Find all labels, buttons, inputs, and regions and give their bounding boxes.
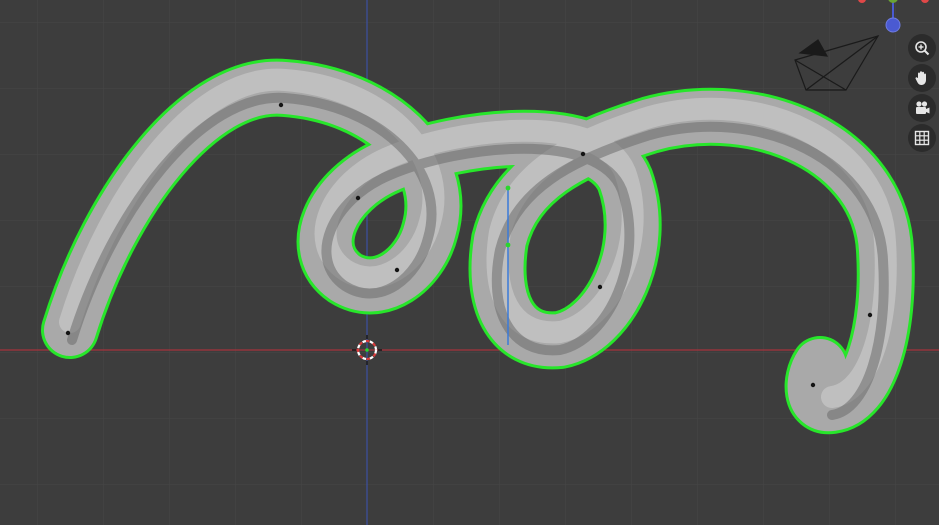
control-point[interactable]: [597, 284, 603, 290]
control-point[interactable]: [394, 267, 400, 273]
pan-button[interactable]: [908, 64, 936, 92]
camera-view-button[interactable]: [908, 94, 936, 122]
handle-mid-point[interactable]: [505, 242, 511, 248]
control-point[interactable]: [278, 102, 284, 108]
gizmo-z-axis[interactable]: [885, 17, 901, 33]
3d-viewport[interactable]: [0, 0, 939, 525]
camera-icon: [916, 101, 930, 114]
zoom-icon: [915, 41, 930, 56]
control-point[interactable]: [580, 151, 586, 157]
control-point[interactable]: [867, 312, 873, 318]
control-point[interactable]: [355, 195, 361, 201]
control-point[interactable]: [65, 330, 71, 336]
handle-end-point[interactable]: [505, 185, 511, 191]
zoom-button[interactable]: [908, 34, 936, 62]
toggle-orthographic-button[interactable]: [908, 124, 936, 152]
control-point[interactable]: [810, 382, 816, 388]
hand-icon: [915, 71, 926, 85]
viewport-canvas[interactable]: [0, 0, 939, 525]
grid-icon: [914, 130, 930, 146]
